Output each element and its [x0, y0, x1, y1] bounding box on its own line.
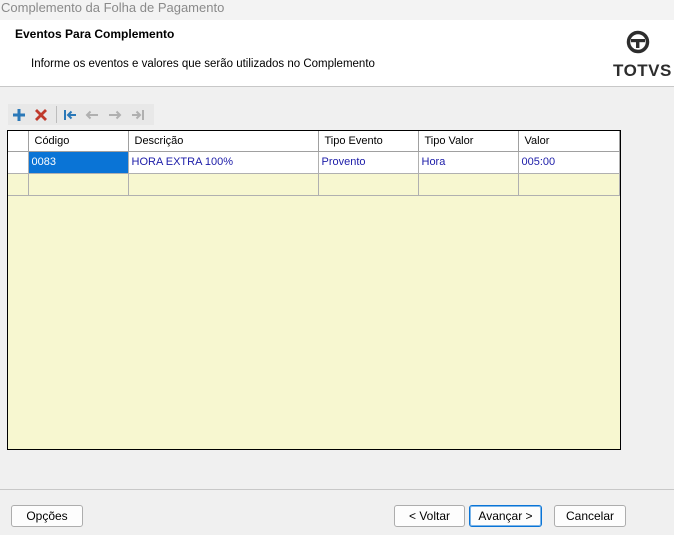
page-subtitle: Informe os eventos e valores que serão u…	[31, 58, 375, 70]
row-indicator-header	[8, 131, 29, 152]
previous-record-button[interactable]	[82, 105, 102, 125]
column-header-valor[interactable]: Valor	[518, 131, 620, 152]
cancel-button[interactable]: Cancelar	[554, 505, 626, 527]
events-table: Código Descrição Tipo Evento Tipo Valor …	[8, 131, 620, 196]
next-button[interactable]: Avançar >	[469, 505, 542, 527]
cell-valor[interactable]	[518, 173, 620, 196]
row-indicator[interactable]	[8, 151, 29, 174]
next-record-button[interactable]	[105, 105, 125, 125]
cell-descricao[interactable]	[128, 173, 319, 196]
back-button[interactable]: < Voltar	[394, 505, 465, 527]
first-record-button[interactable]	[60, 105, 80, 125]
footer-divider	[0, 489, 674, 490]
events-grid[interactable]: Código Descrição Tipo Evento Tipo Valor …	[7, 130, 621, 450]
last-record-icon	[132, 110, 144, 120]
column-header-tipo-evento[interactable]: Tipo Evento	[318, 131, 419, 152]
first-record-icon	[64, 110, 76, 120]
x-icon	[35, 109, 47, 121]
row-indicator[interactable]	[8, 173, 29, 196]
cell-codigo[interactable]: 0083	[28, 151, 129, 174]
column-header-tipo-valor[interactable]: Tipo Valor	[418, 131, 519, 152]
grid-header-row: Código Descrição Tipo Evento Tipo Valor …	[8, 131, 620, 152]
plus-icon	[13, 109, 25, 121]
cell-tipo-evento[interactable]	[318, 173, 419, 196]
table-row[interactable]: 0083 HORA EXTRA 100% Provento Hora 005:0…	[8, 151, 620, 174]
column-header-codigo[interactable]: Código	[28, 131, 129, 152]
arrow-right-icon	[109, 110, 122, 120]
cell-tipo-evento[interactable]: Provento	[318, 151, 419, 174]
grid-toolbar	[8, 104, 154, 125]
cell-valor[interactable]: 005:00	[518, 151, 620, 174]
cell-tipo-valor[interactable]: Hora	[418, 151, 519, 174]
arrow-left-icon	[85, 110, 98, 120]
options-button[interactable]: Opções	[11, 505, 83, 527]
window-title: Complemento da Folha de Pagamento	[0, 0, 674, 20]
totvs-mark-icon	[626, 30, 650, 54]
toolbar-separator	[56, 106, 57, 123]
new-row[interactable]	[8, 173, 620, 196]
totvs-logo: TOTVS	[612, 29, 671, 80]
delete-button[interactable]	[31, 105, 51, 125]
wizard-header: Eventos Para Complemento Informe os even…	[0, 20, 674, 87]
last-record-button[interactable]	[128, 105, 148, 125]
add-button[interactable]	[9, 105, 29, 125]
page-title: Eventos Para Complemento	[15, 27, 175, 41]
cell-codigo[interactable]	[28, 173, 129, 196]
logo-text: TOTVS	[613, 61, 672, 80]
column-header-descricao[interactable]: Descrição	[128, 131, 319, 152]
cell-tipo-valor[interactable]	[418, 173, 519, 196]
cell-descricao[interactable]: HORA EXTRA 100%	[128, 151, 319, 174]
